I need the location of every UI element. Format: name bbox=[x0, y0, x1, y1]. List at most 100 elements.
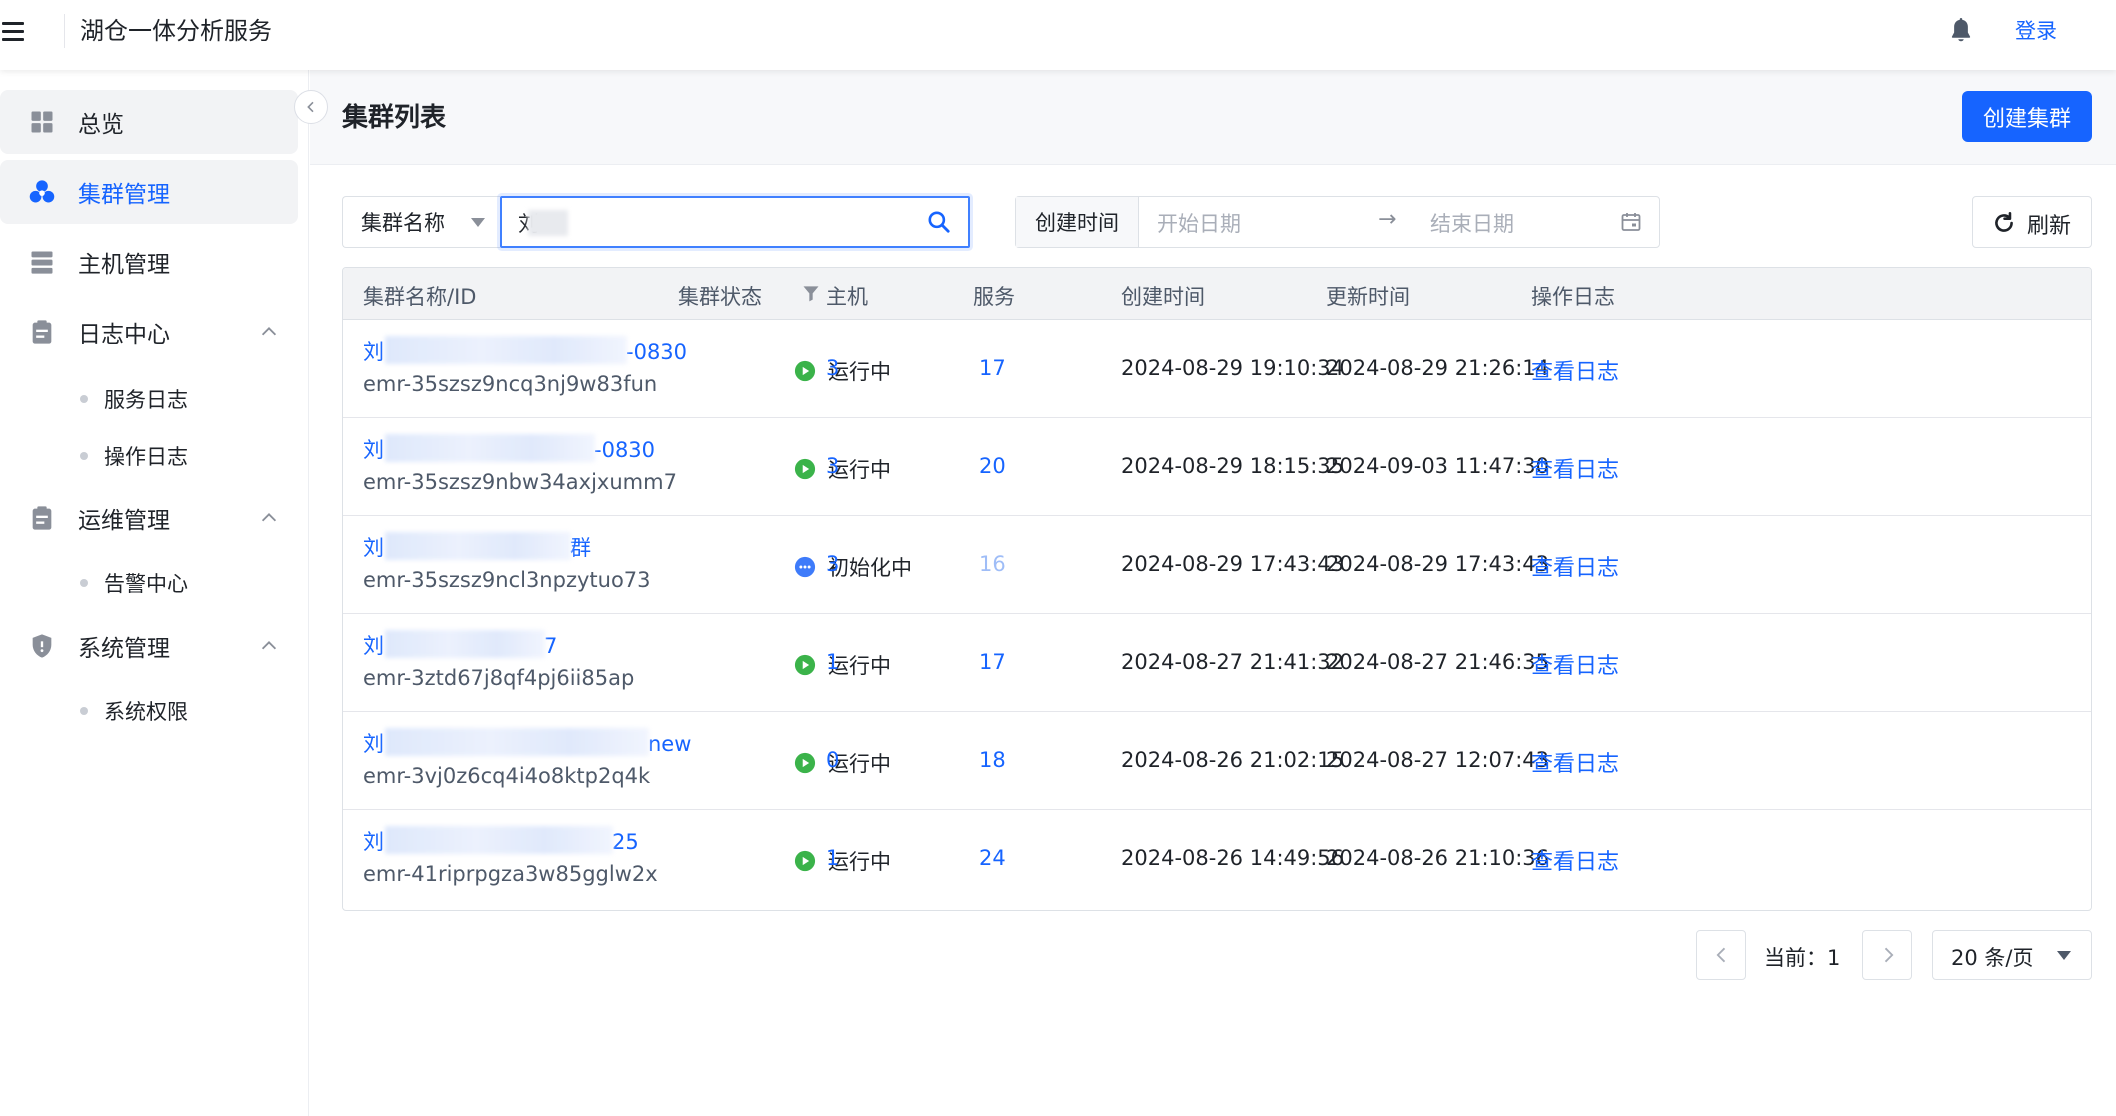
sidebar-item-label: 集群管理 bbox=[78, 182, 170, 208]
updated-time: 2024-08-26 21:10:36 bbox=[1326, 846, 1550, 870]
cluster-icon bbox=[29, 180, 55, 203]
updated-time: 2024-08-29 17:43:43 bbox=[1326, 552, 1550, 576]
sidebar-item-operation-log[interactable]: 操作日志 bbox=[0, 431, 298, 481]
current-page: 当前：1 bbox=[1764, 946, 1841, 970]
host-count-link[interactable]: 1 bbox=[826, 846, 839, 870]
cluster-table: 集群名称/ID 集群状态 主机 服务 创建时间 更新时间 操作日志 刘 -0830… bbox=[342, 267, 2092, 911]
view-log-link[interactable]: 查看日志 bbox=[1531, 452, 1619, 484]
prev-page-button[interactable] bbox=[1696, 930, 1746, 980]
cluster-name-prefix: 刘 bbox=[363, 438, 384, 462]
cluster-status: 初始化中 bbox=[794, 552, 912, 582]
play-circle-icon bbox=[794, 752, 816, 774]
main-content: 集群列表 创建集群 集群名称 创建时间 开始日期 → 结束日期 刷新 bbox=[310, 70, 2116, 1116]
service-count-link[interactable]: 18 bbox=[979, 748, 1006, 772]
created-time: 2024-08-29 18:15:35 bbox=[1121, 454, 1345, 478]
service-count-link[interactable]: 17 bbox=[979, 650, 1006, 674]
search-icon[interactable] bbox=[926, 209, 952, 235]
search-field-select[interactable]: 集群名称 bbox=[342, 196, 500, 248]
login-link[interactable]: 登录 bbox=[2015, 14, 2057, 48]
redacted-mask bbox=[385, 336, 627, 364]
sidebar-item-log-center[interactable]: 日志中心 bbox=[0, 300, 298, 364]
table-header: 集群名称/ID 集群状态 主机 服务 创建时间 更新时间 操作日志 bbox=[343, 268, 2091, 320]
host-count-link[interactable]: 0 bbox=[826, 748, 839, 772]
search-box[interactable] bbox=[500, 196, 970, 248]
sidebar-item-ops-management[interactable]: 运维管理 bbox=[0, 486, 298, 550]
sidebar-item-label: 系统管理 bbox=[78, 636, 170, 662]
status-text: 初始化中 bbox=[828, 556, 912, 580]
filter-icon[interactable] bbox=[801, 283, 821, 303]
chevron-left-icon bbox=[1716, 947, 1726, 963]
caret-down-icon bbox=[2057, 951, 2071, 960]
page-header: 集群列表 创建集群 bbox=[310, 70, 2116, 165]
date-range-picker[interactable]: 创建时间 开始日期 → 结束日期 bbox=[1015, 196, 1660, 248]
view-log-link[interactable]: 查看日志 bbox=[1531, 844, 1619, 876]
bell-icon[interactable] bbox=[1946, 16, 1976, 46]
date-range-label: 创建时间 bbox=[1016, 197, 1139, 247]
host-count-link[interactable]: 3 bbox=[826, 552, 839, 576]
shield-icon bbox=[32, 634, 52, 658]
sidebar: 总览 集群管理 主机管理 日志中心 服务日志 操作日志 运维管理 告警中心 系统… bbox=[0, 70, 309, 1116]
redacted-mask bbox=[528, 210, 568, 236]
view-log-link[interactable]: 查看日志 bbox=[1531, 550, 1619, 582]
redacted-mask bbox=[385, 630, 545, 658]
sidebar-item-alert-center[interactable]: 告警中心 bbox=[0, 558, 298, 608]
service-count-link[interactable]: 20 bbox=[979, 454, 1006, 478]
cluster-id: emr-35szsz9ncq3nj9w83fun bbox=[363, 372, 658, 396]
cluster-name-suffix: 7 bbox=[544, 634, 558, 658]
host-count-link[interactable]: 3 bbox=[826, 356, 839, 380]
cluster-status: 运行中 bbox=[794, 356, 891, 386]
cluster-status: 运行中 bbox=[794, 748, 891, 778]
next-page-button[interactable] bbox=[1862, 930, 1912, 980]
page-size-select[interactable]: 20 条/页 bbox=[1932, 930, 2092, 980]
chevron-up-icon[interactable] bbox=[258, 321, 280, 343]
divider bbox=[64, 14, 65, 48]
service-count-link[interactable]: 24 bbox=[979, 846, 1006, 870]
cluster-name-prefix: 刘 bbox=[363, 830, 384, 854]
play-circle-icon bbox=[794, 850, 816, 872]
chevron-up-icon[interactable] bbox=[258, 507, 280, 529]
cluster-name-prefix: 刘 bbox=[363, 634, 384, 658]
service-count-link: 16 bbox=[979, 552, 1006, 576]
table-row: 刘 群 emr-35szsz9ncl3npzytuo73 初始化中 3 16 2024-08… bbox=[343, 516, 2091, 614]
bullet bbox=[80, 395, 88, 403]
menu-icon[interactable] bbox=[2, 22, 26, 44]
sidebar-item-system-permissions[interactable]: 系统权限 bbox=[0, 686, 298, 736]
sidebar-collapse-button[interactable] bbox=[294, 90, 328, 124]
calendar-icon[interactable] bbox=[1619, 210, 1643, 234]
redacted-mask bbox=[385, 826, 613, 854]
redacted-mask bbox=[385, 728, 649, 756]
play-circle-icon bbox=[794, 654, 816, 676]
updated-time: 2024-08-27 12:07:43 bbox=[1326, 748, 1550, 772]
cluster-id: emr-41riprpgza3w85gglw2x bbox=[363, 862, 658, 886]
sidebar-item-cluster-management[interactable]: 集群管理 bbox=[0, 160, 298, 224]
sidebar-item-service-log[interactable]: 服务日志 bbox=[0, 374, 298, 424]
more-circle-icon bbox=[794, 556, 816, 578]
view-log-link[interactable]: 查看日志 bbox=[1531, 648, 1619, 680]
chevron-up-icon[interactable] bbox=[258, 635, 280, 657]
sidebar-item-system-management[interactable]: 系统管理 bbox=[0, 614, 298, 678]
search-field-label: 集群名称 bbox=[361, 211, 445, 235]
cluster-id: emr-35szsz9nbw34axjxumm7 bbox=[363, 470, 677, 494]
sidebar-item-host-management[interactable]: 主机管理 bbox=[0, 230, 298, 294]
bullet bbox=[80, 579, 88, 587]
page-size-label: 20 条/页 bbox=[1951, 946, 2034, 970]
cluster-name-suffix: 群 bbox=[570, 536, 591, 560]
chevron-left-icon bbox=[307, 101, 314, 113]
refresh-button[interactable]: 刷新 bbox=[1972, 196, 2092, 248]
host-count-link[interactable]: 3 bbox=[826, 454, 839, 478]
start-date-input[interactable]: 开始日期 bbox=[1157, 208, 1241, 238]
created-time: 2024-08-29 19:10:34 bbox=[1121, 356, 1345, 380]
end-date-input[interactable]: 结束日期 bbox=[1430, 208, 1514, 238]
search-input[interactable] bbox=[518, 208, 908, 238]
table-row: 刘 -0830 emr-35szsz9nbw34axjxumm7 运行中 3 20 2024… bbox=[343, 418, 2091, 516]
column-header-services: 服务 bbox=[973, 285, 1015, 309]
column-header-created: 创建时间 bbox=[1121, 285, 1205, 309]
service-count-link[interactable]: 17 bbox=[979, 356, 1006, 380]
host-count-link[interactable]: 1 bbox=[826, 650, 839, 674]
sidebar-item-overview[interactable]: 总览 bbox=[0, 90, 298, 154]
updated-time: 2024-09-03 11:47:30 bbox=[1326, 454, 1550, 478]
view-log-link[interactable]: 查看日志 bbox=[1531, 746, 1619, 778]
create-cluster-button[interactable]: 创建集群 bbox=[1962, 91, 2092, 142]
sidebar-subitem-label: 告警中心 bbox=[104, 572, 188, 596]
view-log-link[interactable]: 查看日志 bbox=[1531, 354, 1619, 386]
